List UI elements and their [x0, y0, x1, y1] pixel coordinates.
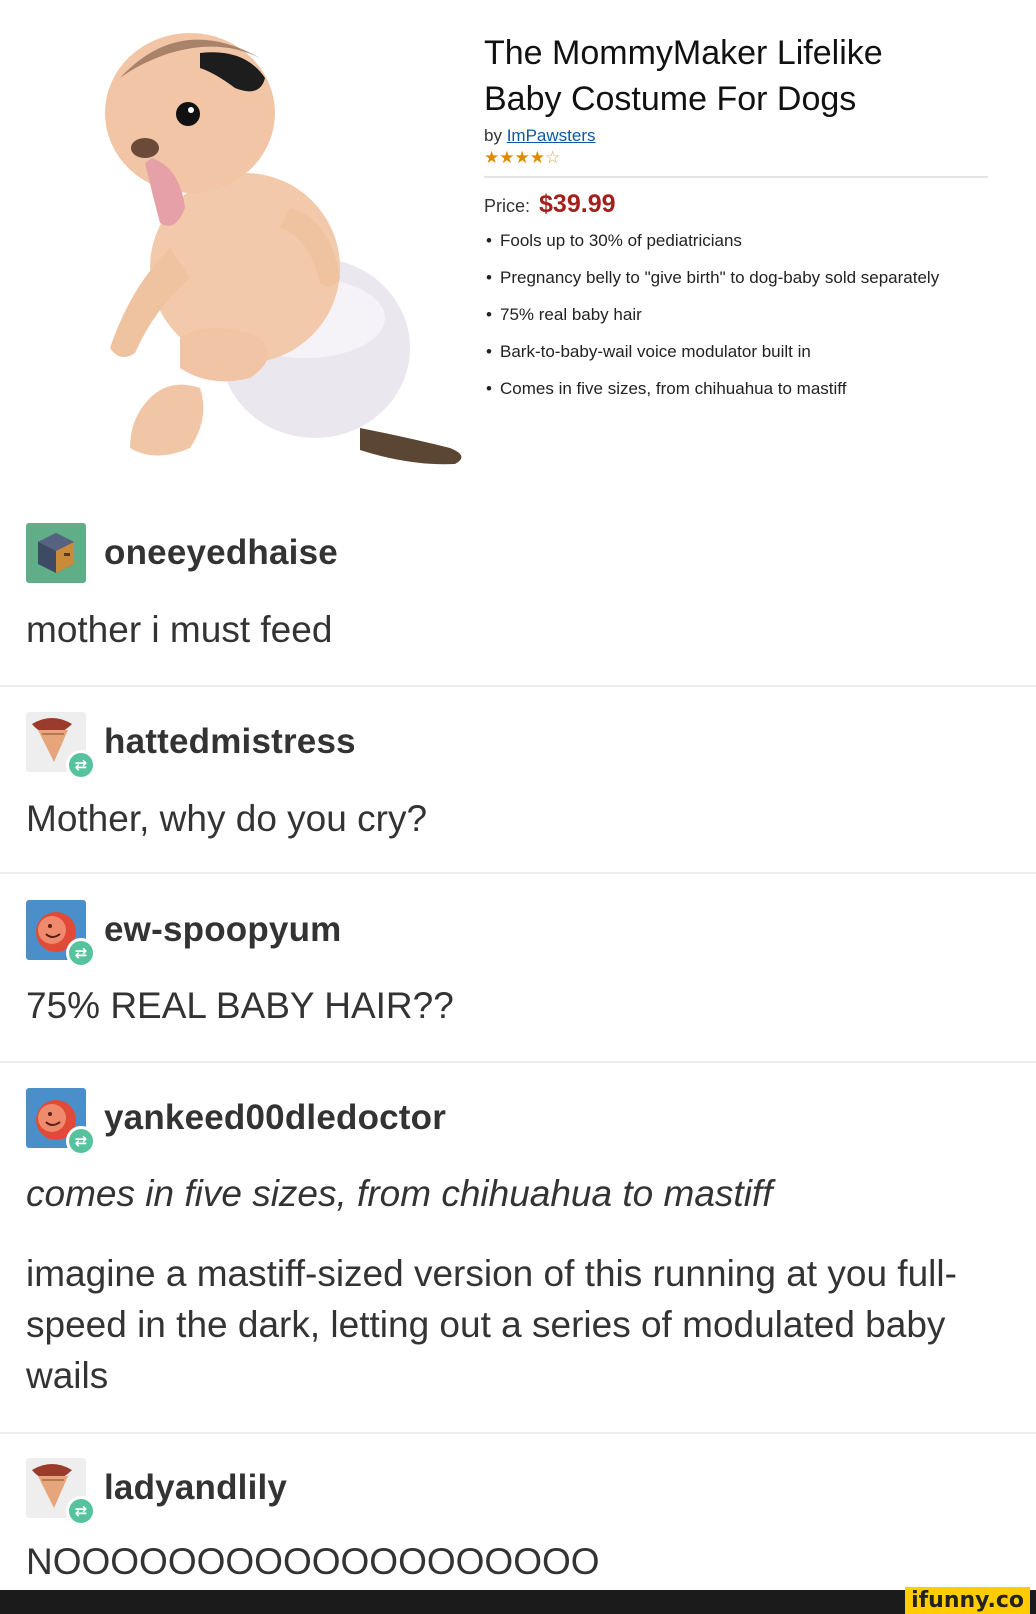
quoted-text: comes in five sizes, from chihuahua to m…	[26, 1173, 773, 1214]
reblog-icon: ⇄	[66, 750, 96, 780]
baby-costume-product-image	[105, 33, 462, 465]
avatar[interactable]: ⇄	[26, 712, 96, 780]
price-label: Price:	[484, 196, 531, 216]
cube-avatar-icon	[26, 523, 86, 583]
reblog-icon: ⇄	[66, 938, 96, 968]
star-icon: ★	[514, 148, 530, 167]
by-label: by	[484, 126, 502, 145]
feature-list: Fools up to 30% of pediatricians Pregnan…	[484, 229, 1004, 401]
feature-item: Bark-to-baby-wail voice modulator built …	[484, 340, 984, 364]
reblog-icon: ⇄	[66, 1496, 96, 1526]
post-text: mother i must feed	[26, 609, 333, 650]
product-title-line-2: Baby Costume For Dogs	[484, 80, 857, 118]
empty-star-icon: ☆	[545, 148, 561, 167]
username[interactable]: hattedmistress	[104, 722, 356, 762]
byline: by ImPawsters	[484, 126, 1004, 146]
post-text: imagine a mastiff-sized version of this …	[26, 1253, 957, 1396]
post-header: ⇄ yankeed00dledoctor	[26, 1088, 446, 1156]
post-divider	[0, 685, 1036, 687]
brand-link[interactable]: ImPawsters	[507, 126, 596, 145]
avatar[interactable]: ⇄	[26, 1088, 96, 1156]
star-icon: ★	[499, 148, 515, 167]
post-divider	[0, 1061, 1036, 1063]
star-rating[interactable]: ★★★★☆	[484, 148, 1004, 168]
footer-bar	[0, 1590, 1036, 1614]
feature-item: Pregnancy belly to "give birth" to dog-b…	[484, 266, 984, 290]
post-text: Mother, why do you cry?	[26, 798, 428, 839]
half-star-icon: ★	[529, 148, 545, 167]
username[interactable]: oneeyedhaise	[104, 533, 338, 573]
price-value: $39.99	[539, 190, 616, 218]
star-icon: ★	[484, 148, 500, 167]
post-text: 75% REAL BABY HAIR??	[26, 985, 454, 1026]
post-header: oneeyedhaise	[26, 523, 338, 583]
post-divider	[0, 872, 1036, 874]
avatar[interactable]: ⇄	[26, 900, 96, 968]
product-listing: The MommyMaker Lifelike Baby Costume For…	[0, 0, 1036, 500]
feature-item: 75% real baby hair	[484, 303, 984, 327]
post-header: ⇄ ew-spoopyum	[26, 900, 342, 968]
avatar[interactable]	[26, 523, 86, 583]
feature-item: Fools up to 30% of pediatricians	[484, 229, 984, 253]
username[interactable]: yankeed00dledoctor	[104, 1098, 446, 1138]
ifunny-watermark: ifunny.co	[905, 1587, 1030, 1614]
divider	[484, 176, 988, 178]
feature-item: Comes in five sizes, from chihuahua to m…	[484, 377, 984, 401]
reblog-icon: ⇄	[66, 1126, 96, 1156]
post-divider	[0, 1432, 1036, 1434]
avatar[interactable]: ⇄	[26, 1458, 96, 1526]
product-title-line-1: The MommyMaker Lifelike	[484, 34, 883, 72]
price-row: Price: $39.99	[484, 190, 1004, 219]
product-info: The MommyMaker Lifelike Baby Costume For…	[484, 30, 1004, 414]
product-title: The MommyMaker Lifelike Baby Costume For…	[484, 30, 1004, 122]
post-header: ⇄ ladyandlily	[26, 1458, 287, 1526]
username[interactable]: ew-spoopyum	[104, 910, 342, 950]
username[interactable]: ladyandlily	[104, 1468, 287, 1508]
post-text: NOOOOOOOOOOOOOOOOOOO	[26, 1541, 600, 1582]
post-header: ⇄ hattedmistress	[26, 712, 356, 780]
